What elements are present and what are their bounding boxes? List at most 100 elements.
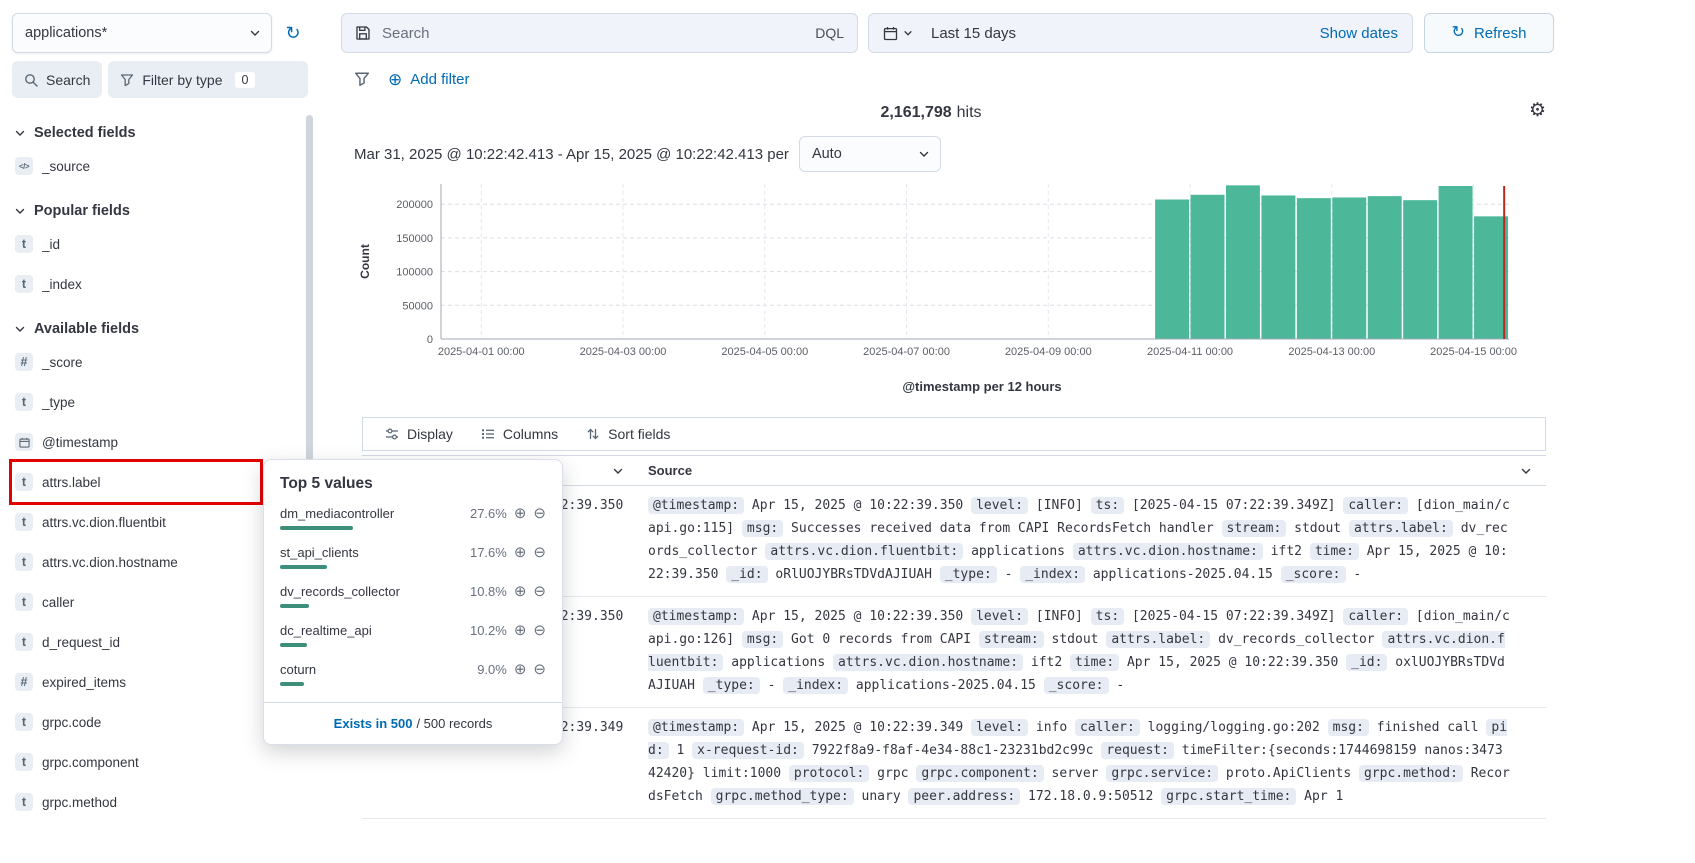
svg-text:2025-04-15 00:00: 2025-04-15 00:00 bbox=[1430, 346, 1517, 358]
svg-text:50000: 50000 bbox=[402, 300, 433, 312]
value-percent: 10.8% bbox=[469, 584, 507, 599]
filter-by-type-button[interactable]: Filter by type 0 bbox=[108, 61, 308, 98]
field-item-attrs.vc.dion.fluentbit[interactable]: t attrs.vc.dion.fluentbit bbox=[12, 502, 298, 542]
value-label: coturn bbox=[280, 662, 317, 677]
index-pattern-select[interactable]: applications* bbox=[12, 13, 272, 53]
field-tag: time: bbox=[1070, 654, 1120, 671]
field-item-grpc.method[interactable]: t grpc.method bbox=[12, 782, 298, 822]
text-field-icon: t bbox=[15, 633, 33, 651]
field-tag: protocol: bbox=[788, 765, 870, 782]
interval-value: Auto bbox=[811, 146, 842, 162]
field-item-d_request_id[interactable]: t d_request_id bbox=[12, 622, 298, 662]
columns-button[interactable]: Columns bbox=[481, 426, 558, 442]
section-label: Selected fields bbox=[34, 125, 136, 141]
field-item-attrs.label[interactable]: t attrs.label bbox=[9, 459, 263, 505]
source-cell: @timestamp: Apr 15, 2025 @ 10:22:39.350 … bbox=[648, 608, 1510, 694]
search-input[interactable] bbox=[382, 24, 805, 42]
field-tag: time: bbox=[1309, 543, 1359, 560]
field-item-grpc.code[interactable]: t grpc.code bbox=[12, 702, 298, 742]
text-field-icon: t bbox=[15, 235, 33, 253]
chevron-down-icon bbox=[904, 31, 912, 36]
field-item-attrs.vc.dion.hostname[interactable]: t attrs.vc.dion.hostname bbox=[12, 542, 298, 582]
section-toggle[interactable]: Popular fields bbox=[14, 198, 298, 224]
search-bar[interactable]: DQL bbox=[341, 13, 858, 53]
save-query-icon[interactable] bbox=[355, 25, 371, 41]
sliders-icon bbox=[386, 428, 398, 440]
field-item-grpc.component[interactable]: t grpc.component bbox=[12, 742, 298, 782]
exists-in-link[interactable]: Exists in 500 bbox=[334, 716, 413, 731]
interval-row: Mar 31, 2025 @ 10:22:42.413 - Apr 15, 20… bbox=[354, 136, 941, 172]
chevron-down-icon[interactable] bbox=[1520, 465, 1532, 477]
refresh-button[interactable]: ↻ Refresh bbox=[1424, 13, 1554, 53]
field-tag: caller: bbox=[1075, 719, 1140, 736]
top-value-item: dm_mediacontroller 27.6% ⊕ ⊖ bbox=[280, 506, 546, 530]
filter-for-value-icon[interactable]: ⊕ bbox=[514, 506, 527, 521]
filter-out-value-icon[interactable]: ⊖ bbox=[533, 662, 546, 677]
interval-select[interactable]: Auto bbox=[798, 136, 941, 172]
sort-fields-button[interactable]: Sort fields bbox=[586, 426, 670, 442]
value-percent: 17.6% bbox=[469, 545, 507, 560]
filter-for-value-icon[interactable]: ⊕ bbox=[514, 623, 527, 638]
field-tag: attrs.vc.dion.fluentbit: bbox=[765, 543, 964, 560]
field-item-@timestamp[interactable]: @timestamp bbox=[12, 422, 298, 462]
add-filter-label: Add filter bbox=[410, 70, 470, 88]
field-tag: level: bbox=[971, 497, 1029, 514]
filter-for-value-icon[interactable]: ⊕ bbox=[514, 662, 527, 677]
chevron-down-icon[interactable] bbox=[612, 465, 624, 477]
field-item-_source[interactable]: </> _source bbox=[12, 146, 298, 186]
text-field-icon: t bbox=[15, 473, 33, 491]
field-item-expired_items[interactable]: # expired_items bbox=[12, 662, 298, 702]
svg-text:2025-04-13 00:00: 2025-04-13 00:00 bbox=[1288, 346, 1375, 358]
filter-icon[interactable] bbox=[354, 71, 370, 87]
field-search-button[interactable]: Search bbox=[12, 61, 103, 98]
top-value-item: dc_realtime_api 10.2% ⊕ ⊖ bbox=[280, 623, 546, 647]
filter-for-value-icon[interactable]: ⊕ bbox=[514, 545, 527, 560]
text-field-icon: t bbox=[15, 593, 33, 611]
field-tag: msg: bbox=[741, 520, 784, 537]
field-item-_index[interactable]: t _index bbox=[12, 264, 298, 304]
refresh-icon: ↻ bbox=[1451, 24, 1465, 41]
field-tag: grpc.component: bbox=[916, 765, 1044, 782]
chevron-down-icon bbox=[919, 151, 929, 157]
field-tag: peer.address: bbox=[908, 788, 1021, 805]
field-item-_id[interactable]: t _id bbox=[12, 224, 298, 264]
refresh-index-pattern-button[interactable]: ↻ bbox=[278, 16, 308, 50]
source-cell: @timestamp: Apr 15, 2025 @ 10:22:39.350 … bbox=[648, 497, 1510, 583]
field-item-caller[interactable]: t caller bbox=[12, 582, 298, 622]
field-name: attrs.vc.dion.hostname bbox=[42, 554, 178, 570]
filter-out-value-icon[interactable]: ⊖ bbox=[533, 584, 546, 599]
field-tag: level: bbox=[971, 719, 1029, 736]
field-tag: msg: bbox=[741, 631, 784, 648]
calendar-dropdown-button[interactable] bbox=[883, 26, 925, 41]
text-field-icon: t bbox=[15, 713, 33, 731]
display-button[interactable]: Display bbox=[385, 426, 453, 442]
source-column-label: Source bbox=[648, 463, 693, 478]
field-name: _type bbox=[42, 394, 76, 410]
field-tag: attrs.vc.dion.hostname: bbox=[833, 654, 1024, 671]
hits-number: 2,161,798 bbox=[880, 104, 952, 121]
filter-out-value-icon[interactable]: ⊖ bbox=[533, 623, 546, 638]
add-filter-button[interactable]: ⊕ Add filter bbox=[388, 71, 469, 88]
source-column-header[interactable]: Source bbox=[642, 463, 1546, 478]
svg-text:Count: Count bbox=[358, 244, 372, 279]
field-top-values-popup: Top 5 values dm_mediacontroller 27.6% ⊕ ⊖ st… bbox=[263, 459, 563, 745]
dql-button[interactable]: DQL bbox=[815, 25, 844, 41]
filter-for-value-icon[interactable]: ⊕ bbox=[514, 584, 527, 599]
section-toggle[interactable]: Available fields bbox=[14, 316, 298, 342]
show-dates-button[interactable]: Show dates bbox=[1320, 25, 1398, 42]
sidebar-scrollbar[interactable] bbox=[306, 115, 313, 463]
value-bar bbox=[280, 643, 308, 647]
date-range-label[interactable]: Last 15 days bbox=[931, 25, 1016, 42]
filter-bar: ⊕ Add filter bbox=[354, 66, 469, 92]
section-toggle[interactable]: Selected fields bbox=[14, 120, 298, 146]
chart-options-gear-icon[interactable]: ⚙ bbox=[1529, 101, 1546, 120]
field-tag: _type: bbox=[702, 677, 760, 694]
histogram-chart[interactable]: 0 50000 100000 150000 200000 2025-04-01 00:00… bbox=[353, 176, 1523, 376]
field-item-_score[interactable]: # _score bbox=[12, 342, 298, 382]
date-picker[interactable]: Last 15 days Show dates bbox=[868, 13, 1413, 53]
value-bar bbox=[280, 526, 354, 530]
field-item-_type[interactable]: t _type bbox=[12, 382, 298, 422]
chevron-down-icon bbox=[250, 30, 260, 36]
filter-out-value-icon[interactable]: ⊖ bbox=[533, 545, 546, 560]
filter-out-value-icon[interactable]: ⊖ bbox=[533, 506, 546, 521]
